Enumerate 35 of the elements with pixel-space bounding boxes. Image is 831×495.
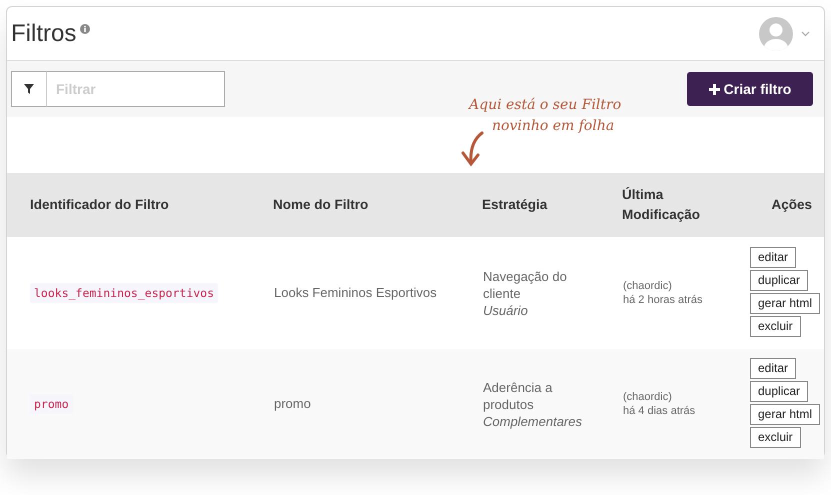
action-button[interactable]: gerar html	[750, 293, 820, 314]
action-button[interactable]: editar	[750, 358, 796, 379]
author-text: (chaordic)	[623, 390, 673, 404]
action-button[interactable]: gerar html	[750, 404, 820, 425]
filter-toggle[interactable]	[11, 71, 47, 107]
column-header: Estratégia	[482, 196, 548, 212]
strategy-text: Aderência a produtos	[483, 378, 554, 412]
handwritten-note: Aqui está o seu Filtro novinho em folha	[469, 96, 622, 136]
avatar-icon	[759, 16, 793, 50]
funnel-icon	[24, 84, 34, 94]
strategy-type: Usuário	[483, 302, 529, 318]
curved-arrow-icon	[460, 131, 486, 167]
strategy-text: Navegação do cliente	[483, 268, 568, 302]
page-title: Filtros	[11, 22, 76, 46]
action-button[interactable]: excluir	[750, 316, 801, 337]
action-button[interactable]: duplicar	[750, 381, 808, 402]
column-header: Identificador do Filtro	[30, 196, 169, 212]
filter-id-code: promo	[30, 394, 73, 414]
column-header: Última Modificação	[622, 186, 702, 224]
filter-name: promo	[274, 396, 311, 412]
strategy-type: Complementares	[483, 412, 583, 430]
create-filter-button[interactable]: Criar filtro	[687, 72, 813, 106]
info-icon	[80, 24, 90, 34]
plus-icon	[708, 84, 720, 94]
action-button[interactable]: editar	[750, 247, 796, 268]
author-text: (chaordic)	[623, 279, 673, 293]
filter-id-code: looks_femininos_esportivos	[30, 283, 218, 304]
modified-time: há 2 horas atrás	[623, 293, 704, 307]
modified-time: há 4 dias atrás	[623, 404, 696, 418]
column-header: Ações	[771, 196, 812, 212]
chevron-down-icon	[801, 30, 810, 36]
column-header: Nome do Filtro	[273, 196, 368, 212]
action-button[interactable]: excluir	[750, 427, 801, 448]
action-button[interactable]: duplicar	[750, 270, 808, 291]
filter-name: Looks Femininos Esportivos	[274, 285, 437, 300]
